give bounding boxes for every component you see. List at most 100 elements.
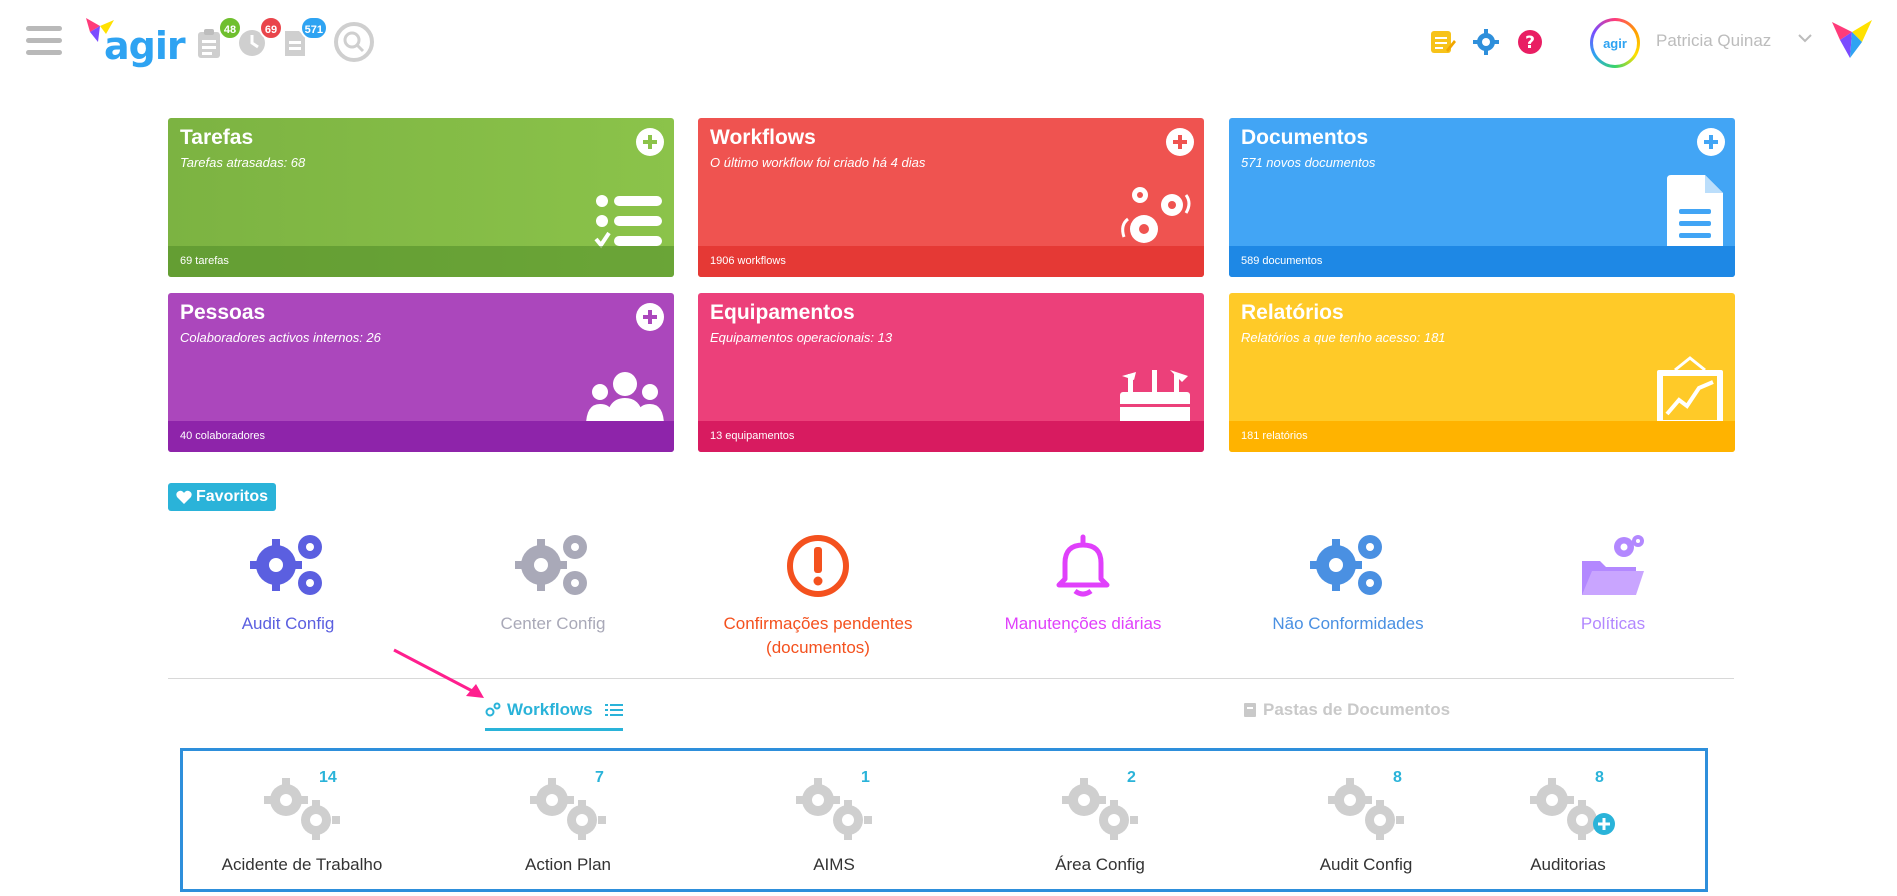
gears-icon (1310, 535, 1382, 595)
workflow-gears-icon (1121, 187, 1191, 243)
favorite-audit-config[interactable]: Audit Config (155, 524, 421, 636)
avatar-text: agir (1593, 21, 1637, 65)
tile-subtitle: Equipamentos operacionais: 13 (710, 330, 893, 345)
help-button[interactable]: ? (1516, 28, 1544, 56)
workflow-count: 8 (1595, 769, 1604, 786)
folder-icon (1244, 703, 1256, 717)
workflow-label: Área Config (1055, 855, 1145, 874)
chart-board-icon (1657, 356, 1723, 426)
exclamation-icon (787, 535, 849, 597)
app-logo[interactable]: agir (86, 18, 186, 68)
favorite-label: Audit Config (241, 614, 335, 633)
tile-title: Workflows (710, 126, 816, 149)
favorite-confirmacoes-pendentes[interactable]: Confirmações pendentes (documentos) (685, 524, 951, 660)
svg-text:?: ? (1525, 33, 1535, 53)
brand-mark-icon[interactable] (1832, 20, 1872, 60)
workflow-count: 1 (861, 769, 870, 786)
gear-icon (1473, 29, 1499, 55)
document-icon (1667, 175, 1723, 253)
favorites-badge: Favoritos (168, 483, 277, 511)
add-documento-button[interactable] (1697, 128, 1725, 156)
task-list-icon (594, 195, 662, 249)
favorite-politicas[interactable]: Políticas (1480, 524, 1746, 636)
favorites-label: Favoritos (196, 488, 269, 505)
tab-workflows[interactable]: Workflows (485, 700, 623, 731)
workflows-badge: 69 (259, 16, 283, 40)
tile-footer: 589 documentos (1229, 246, 1735, 277)
workflow-count: 8 (1393, 769, 1402, 786)
add-auditoria-icon[interactable] (1593, 813, 1615, 835)
workflow-label: Action Plan (525, 855, 611, 874)
tile-documentos[interactable]: Documentos 571 novos documentos 589 docu… (1229, 118, 1735, 277)
workflow-label: Acidente de Trabalho (221, 855, 383, 874)
workflows-shortcut[interactable]: 69 (237, 16, 283, 58)
tasks-shortcut[interactable]: 48 (196, 16, 242, 58)
tab-label: Workflows (507, 700, 593, 719)
tile-subtitle: O último workflow foi criado há 4 dias (710, 155, 926, 170)
search-button[interactable] (334, 22, 374, 62)
tile-equipamentos[interactable]: Equipamentos Equipamentos operacionais: … (698, 293, 1204, 452)
tab-pastas-de-documentos[interactable]: Pastas de Documentos (1243, 700, 1450, 720)
documents-badge: 571 (299, 16, 328, 40)
add-pessoa-button[interactable] (636, 303, 664, 331)
documents-shortcut[interactable]: 571 (282, 16, 328, 58)
user-name[interactable]: Patricia Quinaz (1656, 31, 1771, 51)
tile-subtitle: 571 novos documentos (1241, 155, 1376, 170)
tile-footer: 40 colaboradores (168, 421, 674, 452)
favorite-center-config[interactable]: Center Config (420, 524, 686, 636)
workflow-item-action-plan[interactable]: 7 Action Plan (435, 769, 701, 875)
workflow-item-area-config[interactable]: 2 Área Config (967, 769, 1233, 875)
add-workflow-button[interactable] (1166, 128, 1194, 156)
favorite-label: Não Conformidades (1272, 614, 1424, 633)
tile-title: Tarefas (180, 126, 254, 149)
tile-workflows[interactable]: Workflows O último workflow foi criado h… (698, 118, 1204, 277)
tile-title: Documentos (1241, 126, 1369, 149)
workflow-icon (485, 702, 501, 717)
tile-title: Relatórios (1241, 301, 1344, 324)
list-icon[interactable] (604, 703, 623, 717)
workflow-label: Auditorias (1530, 855, 1606, 874)
workflow-item-aims[interactable]: 1 AIMS (701, 769, 967, 875)
workflow-item-acidente-de-trabalho[interactable]: 14 Acidente de Trabalho (169, 769, 435, 875)
toolbox-icon (1120, 370, 1190, 426)
workflow-item-auditorias[interactable]: 8 Auditorias (1435, 769, 1701, 875)
pointer-arrow-icon (393, 648, 484, 698)
logo-text: agir (104, 24, 186, 68)
favorite-nao-conformidades[interactable]: Não Conformidades (1215, 524, 1481, 636)
workflow-label: AIMS (813, 855, 855, 874)
favorite-label: Confirmações pendentes (documentos) (723, 614, 913, 657)
workflow-count: 2 (1127, 769, 1136, 786)
tile-footer: 181 relatórios (1229, 421, 1735, 452)
tile-footer: 13 equipamentos (698, 421, 1204, 452)
bell-icon (1056, 534, 1110, 597)
tile-relatorios[interactable]: Relatórios Relatórios a que tenho acesso… (1229, 293, 1735, 452)
favorite-label: Center Config (500, 614, 606, 633)
notes-button[interactable] (1428, 28, 1456, 56)
top-bar: agir 48 69 571 ? agir Patricia Quinaz (0, 0, 1897, 84)
menu-icon[interactable] (26, 26, 62, 58)
workflow-count: 14 (319, 769, 337, 786)
tile-title: Pessoas (180, 301, 266, 324)
add-tarefa-button[interactable] (636, 128, 664, 156)
tile-subtitle: Relatórios a que tenho acesso: 181 (1241, 330, 1446, 345)
tile-title: Equipamentos (710, 301, 855, 324)
tile-subtitle: Colaboradores activos internos: 26 (180, 330, 381, 345)
tile-footer: 1906 workflows (698, 246, 1204, 277)
chevron-down-icon[interactable] (1798, 33, 1812, 43)
user-avatar[interactable]: agir (1590, 18, 1640, 68)
tile-footer: 69 tarefas (168, 246, 674, 277)
help-icon: ? (1518, 30, 1542, 54)
favorite-manutencoes-diarias[interactable]: Manutenções diárias (950, 524, 1216, 636)
favorite-label: Manutenções diárias (1004, 614, 1162, 633)
tile-pessoas[interactable]: Pessoas Colaboradores activos internos: … (168, 293, 674, 452)
tile-tarefas[interactable]: Tarefas Tarefas atrasadas: 68 69 tarefas (168, 118, 674, 277)
search-icon (343, 31, 365, 53)
favorite-label: Políticas (1580, 614, 1646, 633)
workflow-list: 14 Acidente de Trabalho 7 Action Plan 1 … (180, 748, 1708, 892)
notes-icon (1431, 31, 1456, 53)
folder-gears-icon (1582, 535, 1644, 595)
settings-button[interactable] (1472, 28, 1500, 56)
workflow-count: 7 (595, 769, 604, 786)
gears-icon (250, 535, 322, 595)
gears-icon (515, 535, 587, 595)
